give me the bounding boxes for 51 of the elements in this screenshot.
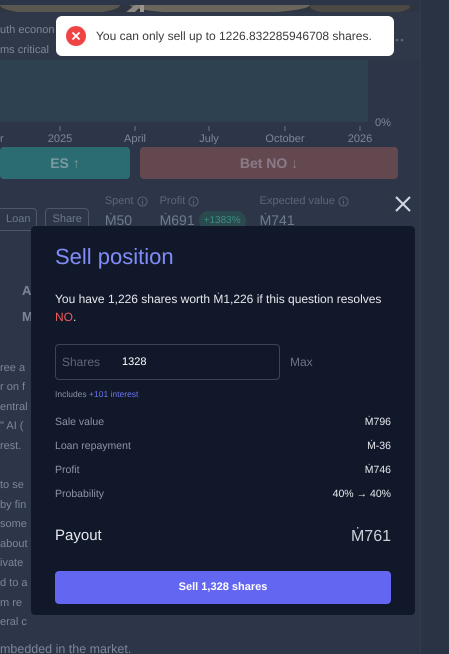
stat-value: Ṁ741 <box>260 210 295 230</box>
bet-no-button[interactable]: Bet NO ↓ <box>140 147 398 179</box>
sell-button[interactable]: Sell 1,328 shares <box>55 571 391 604</box>
description-text: ms critical <box>0 43 50 58</box>
summary-label: Loan repayment <box>55 439 131 454</box>
payout-value: Ṁ761 <box>350 526 391 548</box>
summary-label: Sale value <box>55 415 104 430</box>
description-text: ivate <box>0 557 24 570</box>
stat-value: Ṁ691 <box>160 210 195 230</box>
dialog-title: Sell position <box>55 244 175 270</box>
description-text: mbedded in the market. <box>0 641 132 654</box>
description-text: uth econon <box>0 23 54 38</box>
summary-label: Profit <box>55 463 80 478</box>
description-text: r on f <box>0 381 26 394</box>
axis-label: 2026 <box>348 133 372 145</box>
payout-label: Payout <box>55 526 102 546</box>
description-text: ree a <box>0 362 26 374</box>
toast-message: You can only sell up to 1226.832285946708 shares. <box>96 28 372 45</box>
shares-field[interactable]: Shares 1328 <box>55 344 280 380</box>
info-icon[interactable] <box>338 196 349 207</box>
description-text: rest. <box>0 440 22 452</box>
description-text: eral c <box>0 616 27 628</box>
position-message: You have 1,226 shares worth Ṁ1,226 if this question resolves NO. <box>55 291 382 326</box>
axis-label: 2025 <box>48 133 72 145</box>
error-icon <box>66 26 86 46</box>
summary-value: Ṁ746 <box>364 463 391 478</box>
description-text: by fin <box>0 498 26 511</box>
interest-note: Includes +101 interest <box>55 388 140 402</box>
summary-label: Probability <box>55 487 104 502</box>
summary-value: Ṁ-36 <box>367 439 391 454</box>
axis-label: July <box>199 133 219 145</box>
info-icon[interactable] <box>188 196 200 207</box>
summary-value: 40% → 40% <box>332 487 391 502</box>
description-text: m re <box>0 596 22 609</box>
shares-value[interactable]: 1328 <box>120 353 260 372</box>
axis-label: April <box>124 133 146 145</box>
axis-label: 0% <box>375 117 391 129</box>
axis-label: r <box>0 133 4 145</box>
stat-value: Ṁ50 <box>104 210 132 230</box>
description-text: about <box>0 538 28 550</box>
description-text: entral <box>0 400 28 413</box>
description-text: some <box>0 518 27 530</box>
description-text: to se <box>0 479 24 492</box>
max-button[interactable]: Max <box>290 353 313 372</box>
stat-text: A <box>22 282 32 300</box>
description-text: " AI ( <box>0 420 24 432</box>
description-text: d to a <box>0 577 28 590</box>
info-icon[interactable] <box>136 196 148 207</box>
axis-label: October <box>265 133 305 145</box>
summary-value: Ṁ796 <box>364 415 391 430</box>
bet-yes-button[interactable]: ES ↑ <box>0 147 130 179</box>
